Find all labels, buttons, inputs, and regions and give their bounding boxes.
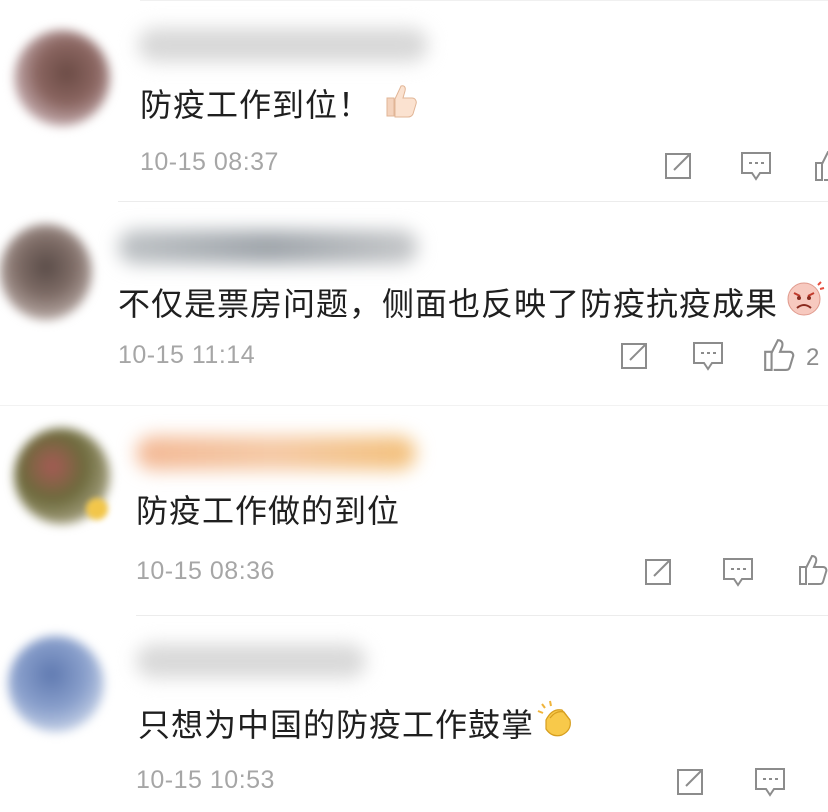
comment-reply-button[interactable] — [754, 766, 786, 802]
timestamp: 10-15 08:37 — [140, 148, 279, 176]
username[interactable] — [136, 436, 416, 470]
comment-item: 只想为中国的防疫工作鼓掌 10-15 10:53 — [0, 616, 828, 812]
comment-text: 不仅是票房问题，侧面也反映了防疫抗疫成果 — [118, 279, 826, 327]
share-button[interactable] — [644, 556, 674, 590]
clapping-hands-icon — [536, 698, 578, 748]
avatar[interactable] — [8, 636, 104, 732]
comment-item: 不仅是票房问题，侧面也反映了防疫抗疫成果 10-15 11:14 2 — [0, 202, 828, 406]
like-button[interactable] — [814, 150, 828, 186]
share-button[interactable] — [620, 340, 650, 374]
username[interactable] — [118, 230, 418, 264]
comment-text: 防疫工作到位！ — [140, 80, 419, 128]
verified-badge-icon — [86, 498, 108, 520]
like-count: 2 — [806, 344, 820, 371]
comment-feed: 防疫工作到位！ 10-15 08:37 不仅是票房问题，侧面也反映了防疫抗疫成果… — [0, 0, 828, 812]
share-button[interactable] — [664, 150, 694, 184]
avatar[interactable] — [14, 30, 110, 126]
timestamp: 10-15 08:36 — [136, 557, 275, 585]
username[interactable] — [136, 644, 366, 678]
comment-reply-button[interactable] — [740, 150, 772, 186]
comment-reply-button[interactable] — [692, 340, 724, 376]
angry-face-icon — [784, 279, 826, 327]
avatar[interactable] — [0, 224, 92, 320]
comment-text: 只想为中国的防疫工作鼓掌 — [138, 698, 578, 748]
like-button[interactable] — [798, 554, 828, 590]
comment-text: 防疫工作做的到位 — [136, 492, 401, 530]
comment-item: 防疫工作到位！ 10-15 08:37 — [0, 0, 828, 202]
comment-reply-button[interactable] — [722, 556, 754, 592]
timestamp: 10-15 10:53 — [136, 766, 275, 794]
thumbs-up-icon — [379, 80, 419, 128]
timestamp: 10-15 11:14 — [118, 341, 256, 369]
comment-item: 防疫工作做的到位 10-15 08:36 — [0, 406, 828, 616]
username[interactable] — [138, 28, 428, 62]
share-button[interactable] — [676, 766, 706, 800]
like-button[interactable] — [762, 338, 796, 376]
